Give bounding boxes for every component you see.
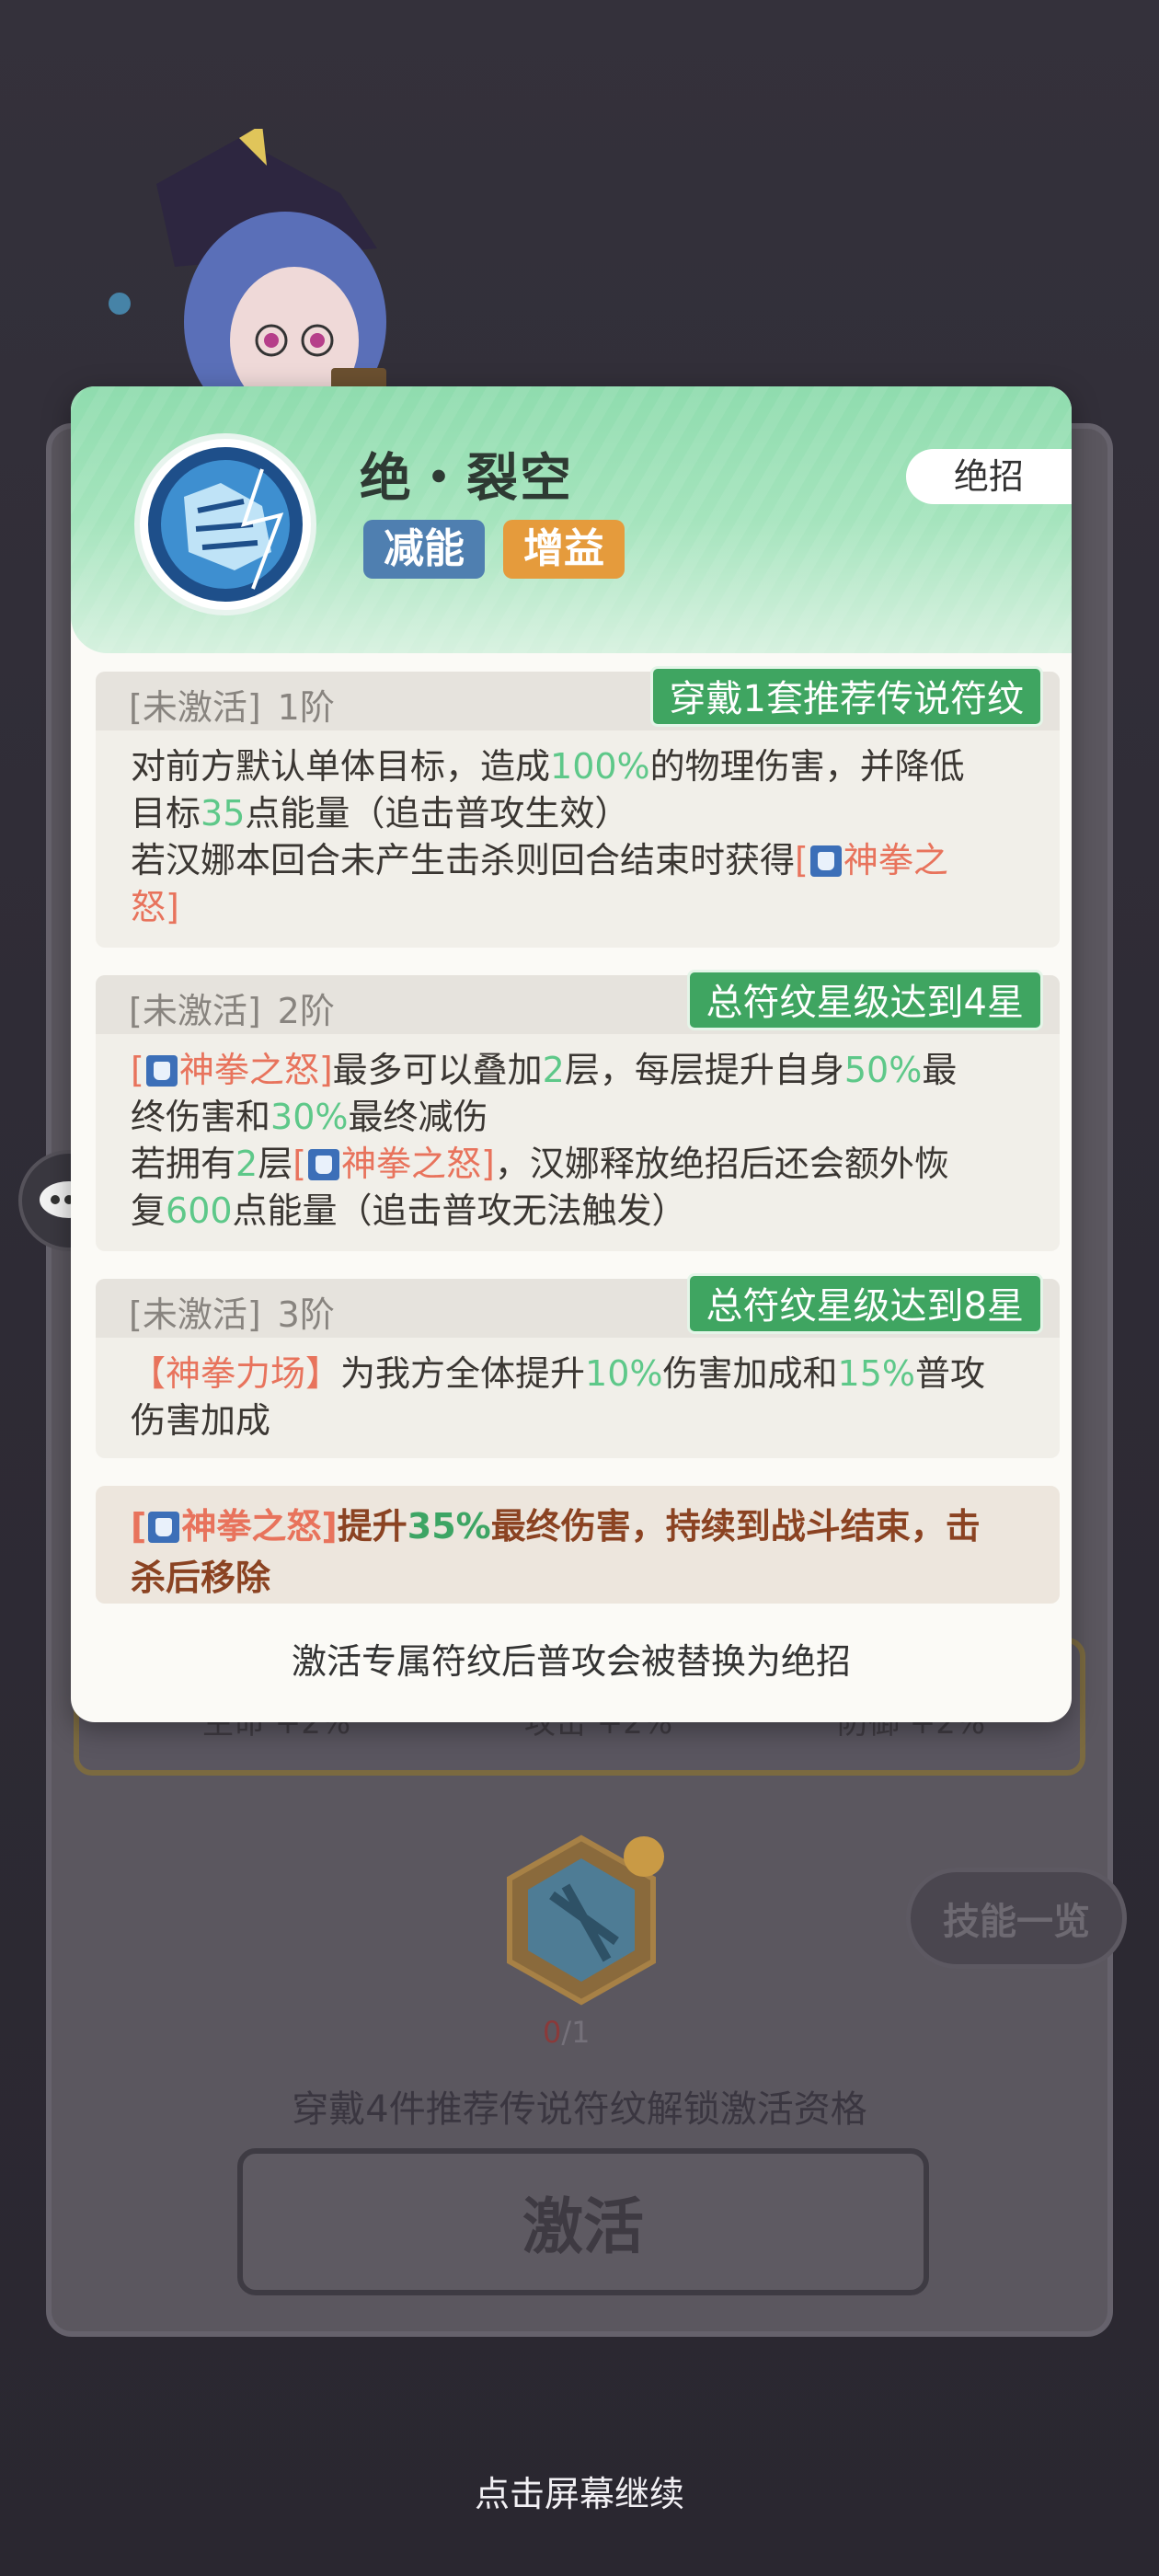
character-portrait [109, 129, 386, 423]
tier-3-status: [未激活] 3阶 [129, 1294, 335, 1335]
exclusive-rune-slot[interactable] [497, 1831, 667, 2006]
tier-2-status: [未激活] 2阶 [129, 991, 335, 1031]
tier-1-status: [未激活] 1阶 [129, 687, 335, 728]
tier-1-requirement: 穿戴1套推荐传说符纹 [649, 666, 1043, 727]
skill-name: 绝・裂空 [360, 449, 573, 509]
divine-fist-icon [308, 1149, 340, 1180]
tier-1-section: [未激活] 1阶 穿戴1套推荐传说符纹 对前方默认单体目标，造成100%的物理伤害… [96, 666, 1060, 948]
rune-count: 0/1 [543, 2015, 591, 2050]
tier-1-header: [未激活] 1阶 穿戴1套推荐传说符纹 [96, 666, 1060, 730]
tier-3-description: 【神拳力场】为我方全体提升10%伤害加成和15%普攻 伤害加成 [131, 1353, 985, 1441]
skill-type-badge: 绝招 [906, 449, 1072, 504]
skill-header: 绝・裂空 减能 增益 绝招 [71, 386, 1072, 653]
unlock-hint: 穿戴4件推荐传说符纹解锁激活资格 [292, 2088, 867, 2131]
tier-2-header: [未激活] 2阶 总符纹星级达到4星 [96, 970, 1060, 1034]
divine-fist-icon [809, 845, 842, 877]
tier-3-section: [未激活] 3阶 总符纹星级达到8星 【神拳力场】为我方全体提升10%伤害加成和1… [96, 1273, 1060, 1458]
tier-3-requirement: 总符纹星级达到8星 [686, 1273, 1043, 1334]
skill-icon [134, 433, 316, 615]
activate-button[interactable]: 激活 [237, 2148, 929, 2295]
tag-energy-reduction: 减能 [363, 520, 485, 579]
tier-2-section: [未激活] 2阶 总符纹星级达到4星 [神拳之怒]最多可以叠加2层，每层提升自身5… [96, 970, 1060, 1251]
tier-1-description: 对前方默认单体目标，造成100%的物理伤害，并降低 目标35点能量（追击普攻生效… [131, 746, 965, 927]
tap-to-continue-hint[interactable]: 点击屏幕继续 [0, 2466, 1159, 2516]
divine-fist-effect-note: [神拳之怒]提升35%最终伤害，持续到战斗结束，击 杀后移除 [96, 1486, 1060, 1604]
card-footer-note: 激活专属符纹后普攻会被替换为绝招 [291, 1641, 851, 1682]
tier-2-description: [神拳之怒]最多可以叠加2层，每层提升自身50%最 终伤害和30%最终减伤 若拥… [131, 1050, 958, 1231]
tier-3-header: [未激活] 3阶 总符纹星级达到8星 [96, 1273, 1060, 1338]
skill-list-button[interactable]: 技能一览 [906, 1868, 1127, 1969]
tier-2-requirement: 总符纹星级达到4星 [686, 970, 1043, 1030]
divine-fist-icon [145, 1055, 178, 1087]
skill-detail-card: 绝・裂空 减能 增益 绝招 [未激活] 1阶 穿戴1套推荐传说符纹 对前方默认单体… [71, 386, 1072, 1722]
divine-fist-icon [148, 1512, 180, 1543]
tag-buff: 增益 [503, 520, 625, 579]
